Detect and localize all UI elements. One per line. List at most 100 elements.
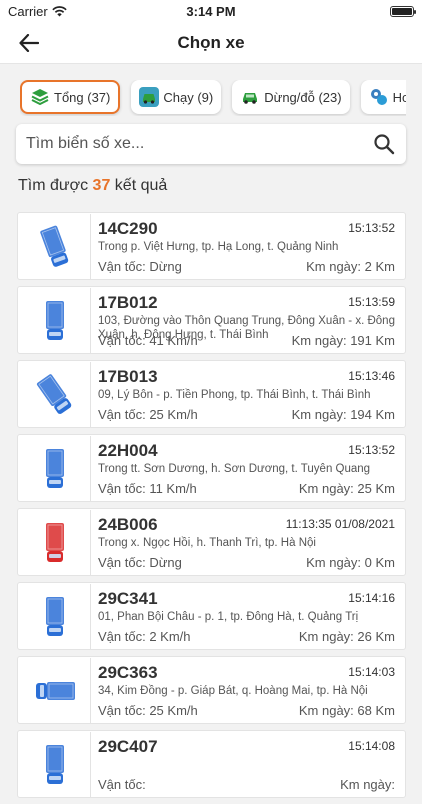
vehicle-speed: Vận tốc: Dừng (98, 259, 182, 274)
speed-label: Vận tốc: (98, 333, 146, 348)
vehicle-speed: Vận tốc: 2 Km/h (98, 629, 191, 644)
speed-value: 41 Km/h (149, 333, 198, 348)
filter-total[interactable]: Tổng (37) (20, 80, 121, 114)
filter-parked-label: Dừng/đỗ (23) (264, 89, 342, 105)
vehicle-address: 34, Kim Đồng - p. Giáp Bát, q. Hoàng Mai… (98, 685, 368, 697)
vehicle-card[interactable]: 29C363 15:14:03 34, Kim Đồng - p. Giáp Bát… (17, 656, 406, 724)
vehicle-plate: 14C290 (98, 219, 158, 238)
vehicle-address: 09, Lý Bôn - p. Tiền Phong, tp. Thái Bìn… (98, 389, 371, 401)
search-icon[interactable] (372, 132, 396, 156)
speed-value: 25 Km/h (149, 407, 198, 422)
vehicle-card[interactable]: 17B012 15:13:59 103, Đường vào Thôn Quang … (17, 286, 406, 354)
vehicle-time: 15:13:46 (348, 369, 395, 383)
vehicle-time: 15:14:16 (348, 591, 395, 605)
vehicle-km: Km ngày: 26 Km (299, 629, 395, 644)
vehicle-speed: Vận tốc: 25 Km/h (98, 407, 198, 422)
filter-activity[interactable]: Hoạt đ (360, 80, 406, 114)
filter-parked[interactable]: Dừng/đỗ (23) (232, 80, 350, 114)
vehicle-plate: 17B013 (98, 367, 158, 386)
km-label: Km ngày: (306, 555, 362, 570)
vehicle-km: Km ngày: 194 Km (292, 407, 395, 422)
vehicle-km: Km ngày: (340, 777, 395, 792)
filter-moving-label: Chạy (9) (163, 89, 214, 105)
speed-value: 25 Km/h (149, 703, 198, 718)
vehicle-speed: Vận tốc: 41 Km/h (98, 333, 198, 348)
vehicle-speed: Vận tốc: 25 Km/h (98, 703, 198, 718)
result-count: 37 (92, 177, 111, 194)
result-suffix: kết quả (114, 177, 168, 194)
filter-moving[interactable]: Chạy (9) (131, 80, 222, 114)
speed-value: Dừng (149, 555, 182, 570)
vehicle-speed: Vận tốc: Dừng (98, 555, 182, 570)
km-value: 194 Km (350, 407, 395, 422)
speed-label: Vận tốc: (98, 481, 146, 496)
filter-chips: Tổng (37) Chạy (9) Dừng/đỗ (23) Hoạt đ (20, 80, 406, 116)
vehicle-card[interactable]: 24B006 11:13:35 01/08/2021 Trong x. Ngọc H… (17, 508, 406, 576)
speed-value: Dừng (149, 259, 182, 274)
truck-blue-icon (39, 225, 68, 267)
km-label: Km ngày: (298, 703, 354, 718)
vehicle-km: Km ngày: 25 Km (299, 481, 395, 496)
km-label: Km ngày: (291, 333, 347, 348)
vehicle-km: Km ngày: 0 Km (306, 555, 395, 570)
truck-blue-icon (45, 597, 64, 636)
speed-label: Vận tốc: (98, 703, 146, 718)
filter-activity-label: Hoạt đ (392, 89, 406, 105)
vehicle-card[interactable]: 29C407 15:14:08 Vận tốc: Km ngày: (17, 730, 406, 798)
vehicle-km: Km ngày: 2 Km (306, 259, 395, 274)
vehicle-time: 15:13:52 (348, 443, 395, 457)
arrow-left-icon (19, 34, 39, 52)
vehicle-thumb (19, 436, 91, 502)
speed-label: Vận tốc: (98, 555, 146, 570)
km-value: 2 Km (364, 259, 395, 274)
result-prefix: Tìm được (18, 177, 89, 194)
search-input[interactable] (26, 135, 372, 153)
vehicle-plate: 29C407 (98, 737, 158, 756)
vehicle-time: 11:13:35 01/08/2021 (285, 517, 395, 531)
vehicle-card[interactable]: 17B013 15:13:46 09, Lý Bôn - p. Tiền Phong… (17, 360, 406, 428)
vehicle-card[interactable]: 14C290 15:13:52 Trong p. Việt Hưng, tp. Hạ… (17, 212, 406, 280)
km-value: 26 Km (357, 629, 395, 644)
vehicle-time: 15:13:52 (348, 221, 395, 235)
vehicle-thumb (19, 288, 91, 354)
vehicle-km: Km ngày: 68 Km (299, 703, 395, 718)
car-parked-icon (240, 87, 260, 107)
vehicle-time: 15:14:08 (348, 739, 395, 753)
navigation-bar: Chọn xe (0, 22, 422, 64)
search-bar (16, 124, 406, 164)
km-value: 68 Km (357, 703, 395, 718)
vehicle-address: Trong p. Việt Hưng, tp. Hạ Long, t. Quản… (98, 241, 339, 253)
vehicle-list: 14C290 15:13:52 Trong p. Việt Hưng, tp. Hạ… (17, 212, 406, 804)
vehicle-plate: 24B006 (98, 515, 158, 534)
vehicle-time: 15:14:03 (348, 665, 395, 679)
vehicle-thumb (19, 732, 91, 798)
back-button[interactable] (16, 30, 42, 56)
speed-value: 2 Km/h (149, 629, 191, 644)
vehicle-thumb (19, 214, 91, 280)
truck-blue-icon (45, 301, 64, 340)
vehicle-card[interactable]: 22H004 15:13:52 Trong tt. Sơn Dương, h. Sơ… (17, 434, 406, 502)
car-moving-icon (139, 87, 160, 107)
vehicle-plate: 22H004 (98, 441, 158, 460)
status-bar: Carrier 3:14 PM (0, 0, 422, 22)
vehicle-plate: 29C363 (98, 663, 158, 682)
vehicle-card[interactable]: 29C341 15:14:16 01, Phan Bội Châu - p. 1, … (17, 582, 406, 650)
speed-label: Vận tốc: (98, 407, 146, 422)
vehicle-km: Km ngày: 191 Km (292, 333, 395, 348)
vehicle-thumb (19, 584, 91, 650)
vehicle-address: Trong tt. Sơn Dương, h. Sơn Dương, t. Tu… (98, 463, 371, 475)
vehicle-thumb (19, 658, 91, 724)
km-label: Km ngày: (298, 629, 354, 644)
vehicle-plate: 29C341 (98, 589, 158, 608)
vehicle-address: 01, Phan Bội Châu - p. 1, tp. Đông Hà, t… (98, 611, 359, 623)
km-label: Km ngày: (340, 777, 395, 792)
vehicle-speed: Vận tốc: 11 Km/h (98, 481, 197, 496)
truck-blue-icon (45, 449, 64, 488)
status-time: 3:14 PM (186, 3, 236, 19)
km-value: 25 Km (357, 481, 395, 496)
vehicle-speed: Vận tốc: (98, 777, 146, 792)
km-label: Km ngày: (298, 481, 354, 496)
km-value: 191 Km (350, 333, 395, 348)
speed-label: Vận tốc: (98, 777, 146, 792)
truck-red-icon (45, 523, 64, 562)
